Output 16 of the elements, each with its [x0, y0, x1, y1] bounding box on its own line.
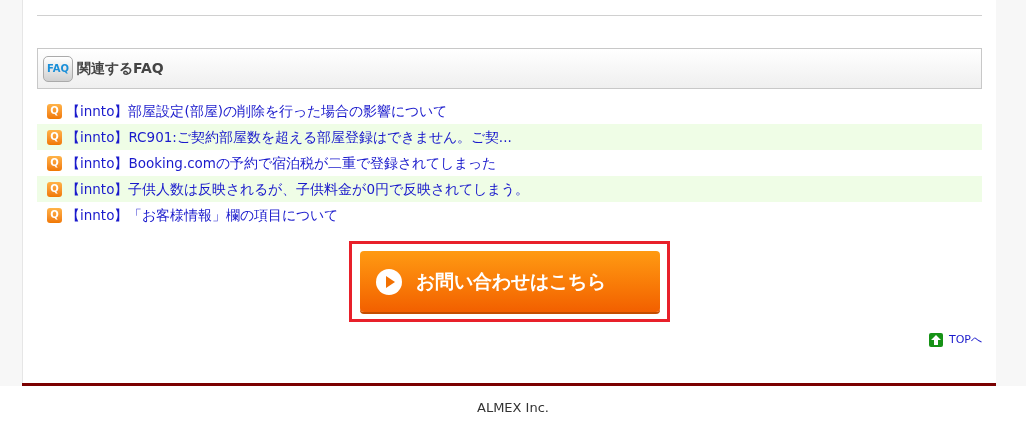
top-link[interactable]: TOPへ	[949, 332, 982, 349]
question-icon: Q	[47, 207, 62, 223]
faq-link[interactable]: 【innto】RC901:ご契約部屋数を超える部屋登録はできません。ご契...	[66, 126, 512, 148]
faq-link[interactable]: 【innto】部屋設定(部屋)の削除を行った場合の影響について	[66, 100, 447, 122]
play-icon	[375, 268, 402, 295]
question-icon: Q	[47, 181, 62, 197]
faq-title: 関連するFAQ	[77, 59, 164, 78]
faq-link[interactable]: 【innto】子供人数は反映されるが、子供料金が0円で反映されてしまう。	[66, 178, 529, 200]
faq-link[interactable]: 【innto】Booking.comの予約で宿泊税が二重で登録されてしまった	[66, 152, 496, 174]
footer-copyright: ALMEX Inc.	[477, 399, 549, 417]
faq-icon: FAQ	[43, 55, 73, 82]
question-icon: Q	[47, 129, 62, 145]
faq-link[interactable]: 【innto】「お客様情報」欄の項目について	[66, 204, 339, 226]
question-icon: Q	[47, 103, 62, 119]
question-icon: Q	[47, 155, 62, 171]
up-arrow-icon	[929, 333, 943, 348]
